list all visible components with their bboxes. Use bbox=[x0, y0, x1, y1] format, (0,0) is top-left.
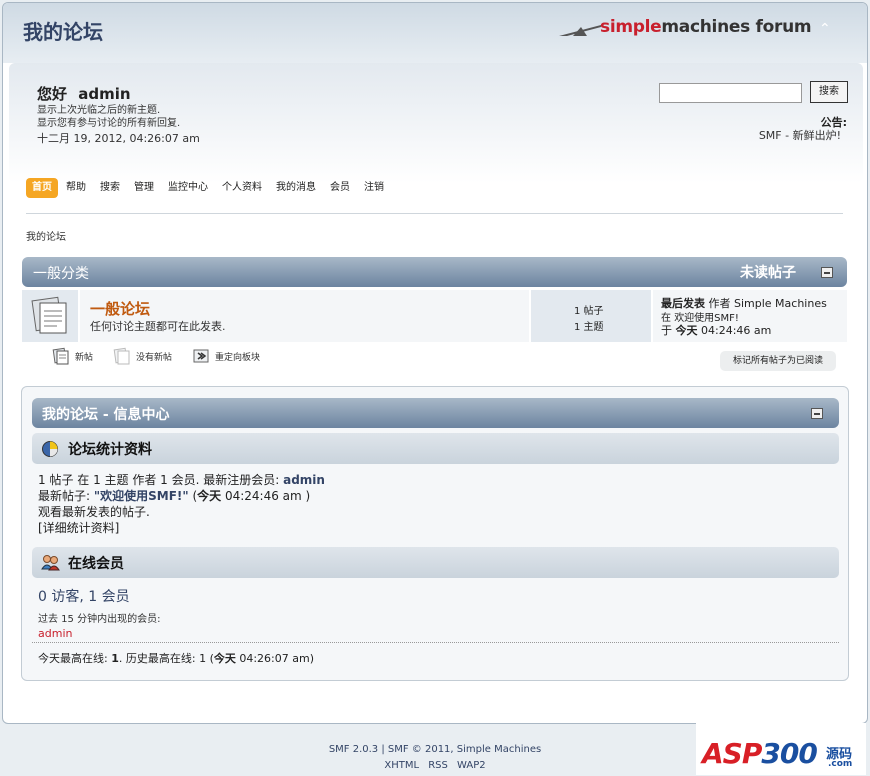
last-post-at: 于 bbox=[661, 324, 672, 337]
record-label: 今天最高在线: bbox=[38, 652, 108, 665]
board-topics-count: 1 主题 bbox=[574, 322, 604, 333]
category-header: 一般分类 未读帖子 bbox=[22, 257, 847, 287]
online-divider bbox=[32, 642, 839, 643]
board-description: 任何讨论主题都可在此发表. bbox=[90, 320, 226, 333]
latest-post-open: ( bbox=[188, 489, 198, 503]
new-topics-link[interactable]: 显示上次光临之后的新主题. bbox=[37, 104, 180, 117]
info-center-header: 我的论坛 - 信息中心 bbox=[32, 398, 839, 428]
online-header: 在线会员 bbox=[32, 547, 839, 578]
board-stats: 1 帖子 1 主题 bbox=[531, 290, 651, 342]
record-time: 04:26:07 am) bbox=[235, 652, 315, 665]
online-count: 0 访客, 1 会员 bbox=[38, 589, 130, 605]
newest-member-link[interactable]: admin bbox=[283, 473, 325, 487]
mark-all-read-button[interactable]: 标记所有帖子为已阅读 bbox=[720, 351, 836, 371]
username: admin bbox=[78, 85, 131, 103]
breadcrumb[interactable]: 我的论坛 bbox=[26, 228, 66, 243]
watermark-num: 300 bbox=[761, 737, 817, 770]
forum-title[interactable]: 我的论坛 bbox=[23, 16, 103, 45]
board-status-icon[interactable] bbox=[31, 296, 71, 336]
no-new-posts-icon bbox=[113, 347, 130, 365]
users-online-icon bbox=[41, 555, 60, 571]
menu-admin[interactable]: 管理 bbox=[128, 178, 160, 198]
last-post-today: 今天 bbox=[675, 324, 698, 337]
stats-title: 论坛统计资料 bbox=[68, 442, 152, 458]
collapse-header-icon[interactable]: ⌃ bbox=[819, 21, 831, 37]
redirect-board-icon bbox=[193, 349, 209, 363]
legend-new: 新帖 bbox=[52, 347, 93, 365]
board-posts-count: 1 帖子 bbox=[574, 306, 604, 317]
legend-redirect: 重定向板块 bbox=[192, 347, 260, 365]
latest-post-link[interactable]: "欢迎使用SMF!" bbox=[94, 489, 189, 503]
pie-chart-icon bbox=[42, 441, 58, 457]
menu-help[interactable]: 帮助 bbox=[60, 178, 92, 198]
latest-post-label: 最新帖子: bbox=[38, 489, 91, 503]
logo-text-b: machines forum bbox=[661, 17, 812, 37]
record-mid: . 历史最高在线: 1 ( bbox=[118, 652, 214, 665]
current-date: 十二月 19, 2012, 04:26:07 am bbox=[37, 132, 200, 145]
board-info: 一般论坛 任何讨论主题都可在此发表. bbox=[80, 290, 529, 342]
user-section: 您好 admin 显示上次光临之后的新主题. 显示您有参与讨论的所有新回复. 十… bbox=[9, 63, 863, 183]
menu-moderation[interactable]: 监控中心 bbox=[162, 178, 214, 198]
search-button[interactable]: 搜索 bbox=[810, 81, 848, 103]
info-center: 我的论坛 - 信息中心 论坛统计资料 1 帖子 在 1 主题 作者 1 会员. … bbox=[21, 386, 849, 681]
logo-text-a: simple bbox=[600, 17, 662, 37]
stats-summary-text: 1 帖子 在 1 主题 作者 1 会员. 最新注册会员: bbox=[38, 473, 280, 487]
greeting-text: 您好 bbox=[37, 85, 68, 103]
latest-post-today: 今天 bbox=[197, 489, 222, 503]
unread-posts-link[interactable]: 未读帖子 bbox=[740, 262, 796, 282]
board-icon-cell bbox=[22, 290, 78, 342]
detailed-stats-link[interactable]: [详细统计资料] bbox=[38, 519, 119, 536]
record-today: 今天 bbox=[213, 652, 236, 665]
asp300-watermark-logo: ASP300 源码 .com bbox=[696, 723, 866, 775]
latest-post: 最新帖子: "欢迎使用SMF!" (今天 04:24:46 am ) bbox=[38, 487, 310, 504]
watermark-asp: ASP bbox=[702, 737, 762, 770]
header-bar: 我的论坛 simplemachines forum ⌃ bbox=[3, 3, 867, 63]
category-title[interactable]: 一般分类 bbox=[33, 263, 89, 283]
last-post-author-link[interactable]: Simple Machines bbox=[734, 297, 827, 310]
collapse-category-icon[interactable] bbox=[821, 267, 833, 278]
menu-members[interactable]: 会员 bbox=[324, 178, 356, 198]
legend-redirect-label: 重定向板块 bbox=[215, 352, 261, 363]
online-title: 在线会员 bbox=[68, 556, 124, 572]
stats-summary: 1 帖子 在 1 主题 作者 1 会员. 最新注册会员: admin bbox=[38, 471, 325, 488]
record-today-num: 1 bbox=[111, 652, 119, 665]
search-input[interactable] bbox=[659, 83, 802, 103]
stats-header: 论坛统计资料 bbox=[32, 433, 839, 464]
new-posts-icon bbox=[52, 347, 69, 365]
greeting: 您好 admin bbox=[37, 83, 131, 104]
info-center-title: 我的论坛 - 信息中心 bbox=[42, 407, 170, 423]
online-user-link[interactable]: admin bbox=[38, 627, 72, 640]
watermark-domain: .com bbox=[828, 759, 853, 769]
menu-logout[interactable]: 注销 bbox=[358, 178, 390, 198]
logo-wedge-icon bbox=[559, 25, 601, 36]
board-last-post: 最后发表 作者 Simple Machines 在 欢迎使用SMF! 于 今天 … bbox=[653, 290, 847, 342]
board-row: 一般论坛 任何讨论主题都可在此发表. 1 帖子 1 主题 最后发表 作者 Sim… bbox=[22, 290, 847, 342]
collapse-info-center-icon[interactable] bbox=[811, 408, 823, 419]
menu-messages[interactable]: 我的消息 bbox=[270, 178, 322, 198]
latest-post-time: 04:24:46 am ) bbox=[221, 489, 311, 503]
board-name-link[interactable]: 一般论坛 bbox=[90, 298, 150, 319]
new-replies-link[interactable]: 显示您有参与讨论的所有新回复. bbox=[37, 117, 180, 130]
online-recent-label: 过去 15 分钟内出现的会员: bbox=[38, 614, 161, 625]
online-record: 今天最高在线: 1. 历史最高在线: 1 (今天 04:26:07 am) bbox=[38, 650, 314, 666]
menu-profile[interactable]: 个人资料 bbox=[216, 178, 268, 198]
menu-search[interactable]: 搜索 bbox=[94, 178, 126, 198]
menu-home[interactable]: 首页 bbox=[26, 178, 58, 198]
board-legend: 新帖 没有新帖 重定向板块 bbox=[52, 347, 280, 365]
legend-new-label: 新帖 bbox=[75, 352, 94, 363]
menu-divider bbox=[26, 213, 843, 214]
user-links: 显示上次光临之后的新主题. 显示您有参与讨论的所有新回复. bbox=[37, 104, 180, 130]
last-post-time: 04:24:46 am bbox=[701, 324, 772, 337]
recent-posts-link[interactable]: 观看最新发表的帖子. bbox=[38, 503, 150, 520]
news-text: SMF - 新鲜出炉! bbox=[758, 129, 841, 142]
legend-no-new: 没有新帖 bbox=[113, 347, 172, 365]
main-menu: 首页 帮助 搜索 管理 监控中心 个人资料 我的消息 会员 注销 bbox=[26, 178, 392, 198]
legend-no-new-label: 没有新帖 bbox=[136, 352, 173, 363]
